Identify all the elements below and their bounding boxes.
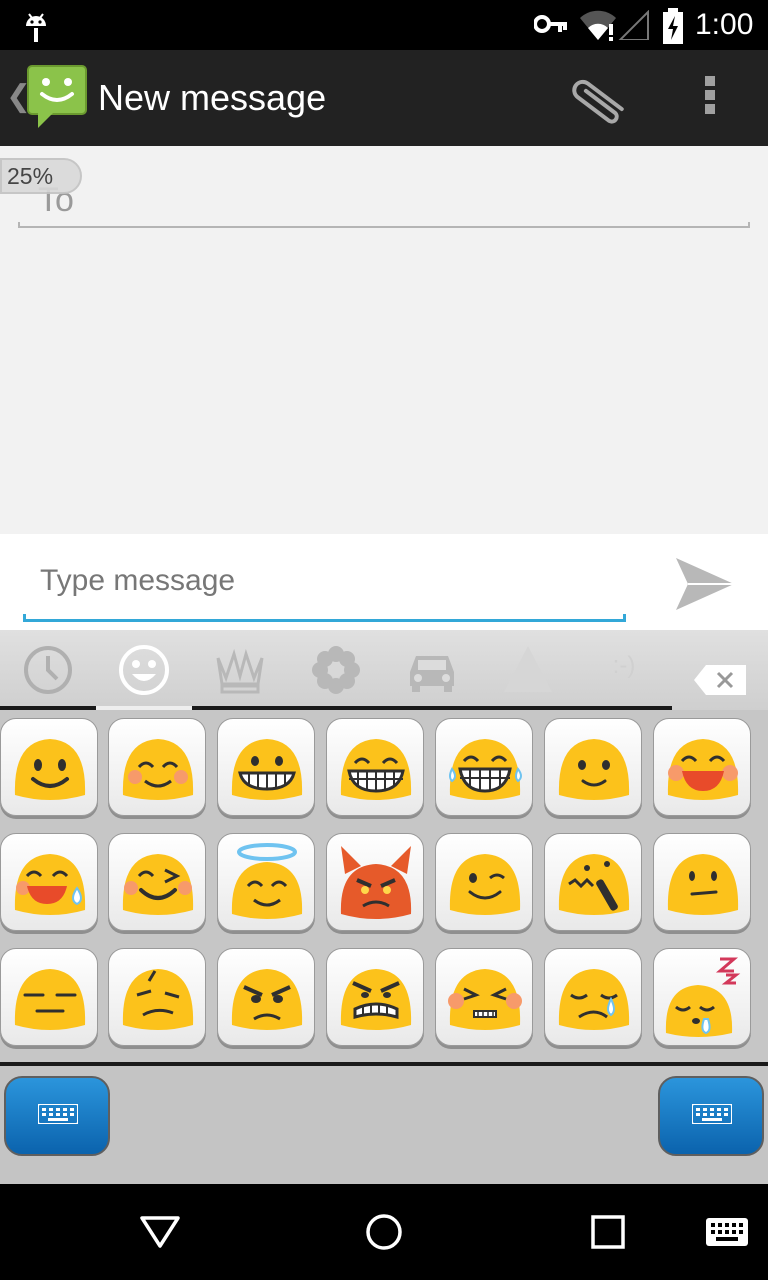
emoji-smiling-halo[interactable]: [217, 833, 315, 931]
emoji-keyboard: :-): [0, 630, 768, 1184]
cell-signal-icon: [618, 10, 649, 40]
overlay-percent-badge: 25%: [0, 158, 82, 194]
paperclip-icon[interactable]: [572, 72, 628, 124]
action-bar: ❮ New message: [0, 50, 768, 146]
emoji-confused-face[interactable]: [108, 948, 206, 1046]
recipient-underline: [18, 222, 750, 228]
emoji-smiling-face[interactable]: [0, 718, 98, 816]
overflow-menu-icon[interactable]: [705, 76, 715, 118]
emoji-slightly-smiling[interactable]: [544, 718, 642, 816]
backspace-icon[interactable]: [692, 652, 748, 708]
keyboard-bottom-row: [0, 1062, 768, 1184]
message-input[interactable]: Type message: [40, 563, 600, 599]
emoji-grid: [0, 710, 768, 1062]
emoji-grinning-smiling-eyes[interactable]: [326, 718, 424, 816]
emoji-angry-face[interactable]: [217, 948, 315, 1046]
emoji-expressionless[interactable]: [0, 948, 98, 1046]
emoji-sleeping-face[interactable]: [653, 948, 751, 1046]
emoji-squinting-wink[interactable]: [108, 833, 206, 931]
keyboard-switch-right[interactable]: [658, 1076, 764, 1156]
emoji-laughing-sweat[interactable]: [0, 833, 98, 931]
emoji-angry-devil[interactable]: [326, 833, 424, 931]
keyboard-icon: [38, 1104, 78, 1124]
compose-area: To 25%: [0, 146, 768, 534]
crown-icon[interactable]: [212, 642, 268, 698]
send-icon[interactable]: [672, 554, 736, 614]
recents-icon[interactable]: [590, 1214, 626, 1250]
emoji-tears-of-joy[interactable]: [435, 718, 533, 816]
navigation-bar: [0, 1184, 768, 1280]
keyboard-icon: [692, 1104, 732, 1124]
emoji-happy-laughing[interactable]: [653, 718, 751, 816]
wifi-alert-icon: [580, 10, 616, 41]
status-bar: 1:00: [0, 0, 768, 50]
emoji-confounded-face[interactable]: [544, 833, 642, 931]
emoji-category-tabs: :-): [0, 630, 768, 710]
emoji-neutral-glance[interactable]: [653, 833, 751, 931]
messaging-app-icon[interactable]: [26, 64, 88, 130]
emoji-grimacing-angry[interactable]: [326, 948, 424, 1046]
message-bar: Type message: [0, 534, 768, 630]
smiley-icon[interactable]: [116, 642, 172, 698]
emoji-winking-face[interactable]: [435, 833, 533, 931]
emoji-persevering-face[interactable]: [435, 948, 533, 1046]
clock-icon[interactable]: [20, 642, 76, 698]
message-input-underline: [23, 614, 626, 622]
home-icon[interactable]: [364, 1212, 404, 1252]
status-clock: 1:00: [695, 8, 754, 41]
back-icon[interactable]: [138, 1214, 182, 1250]
triangle-icon[interactable]: [500, 642, 556, 698]
vpn-key-icon: [534, 15, 567, 33]
battery-charging-icon: [663, 8, 683, 44]
emoticon-tab[interactable]: :-): [596, 652, 652, 708]
car-icon[interactable]: [404, 642, 460, 698]
flower-icon[interactable]: [308, 642, 364, 698]
keyboard-switch-left[interactable]: [4, 1076, 110, 1156]
keyboard-picker-icon[interactable]: [706, 1218, 748, 1246]
emoji-smiling-eyes-blush[interactable]: [108, 718, 206, 816]
emoji-grinning-teeth[interactable]: [217, 718, 315, 816]
overlay-percent-text: 25%: [7, 163, 54, 189]
page-title: New message: [98, 77, 327, 118]
android-debug-icon: [26, 13, 46, 42]
emoji-crying-face[interactable]: [544, 948, 642, 1046]
